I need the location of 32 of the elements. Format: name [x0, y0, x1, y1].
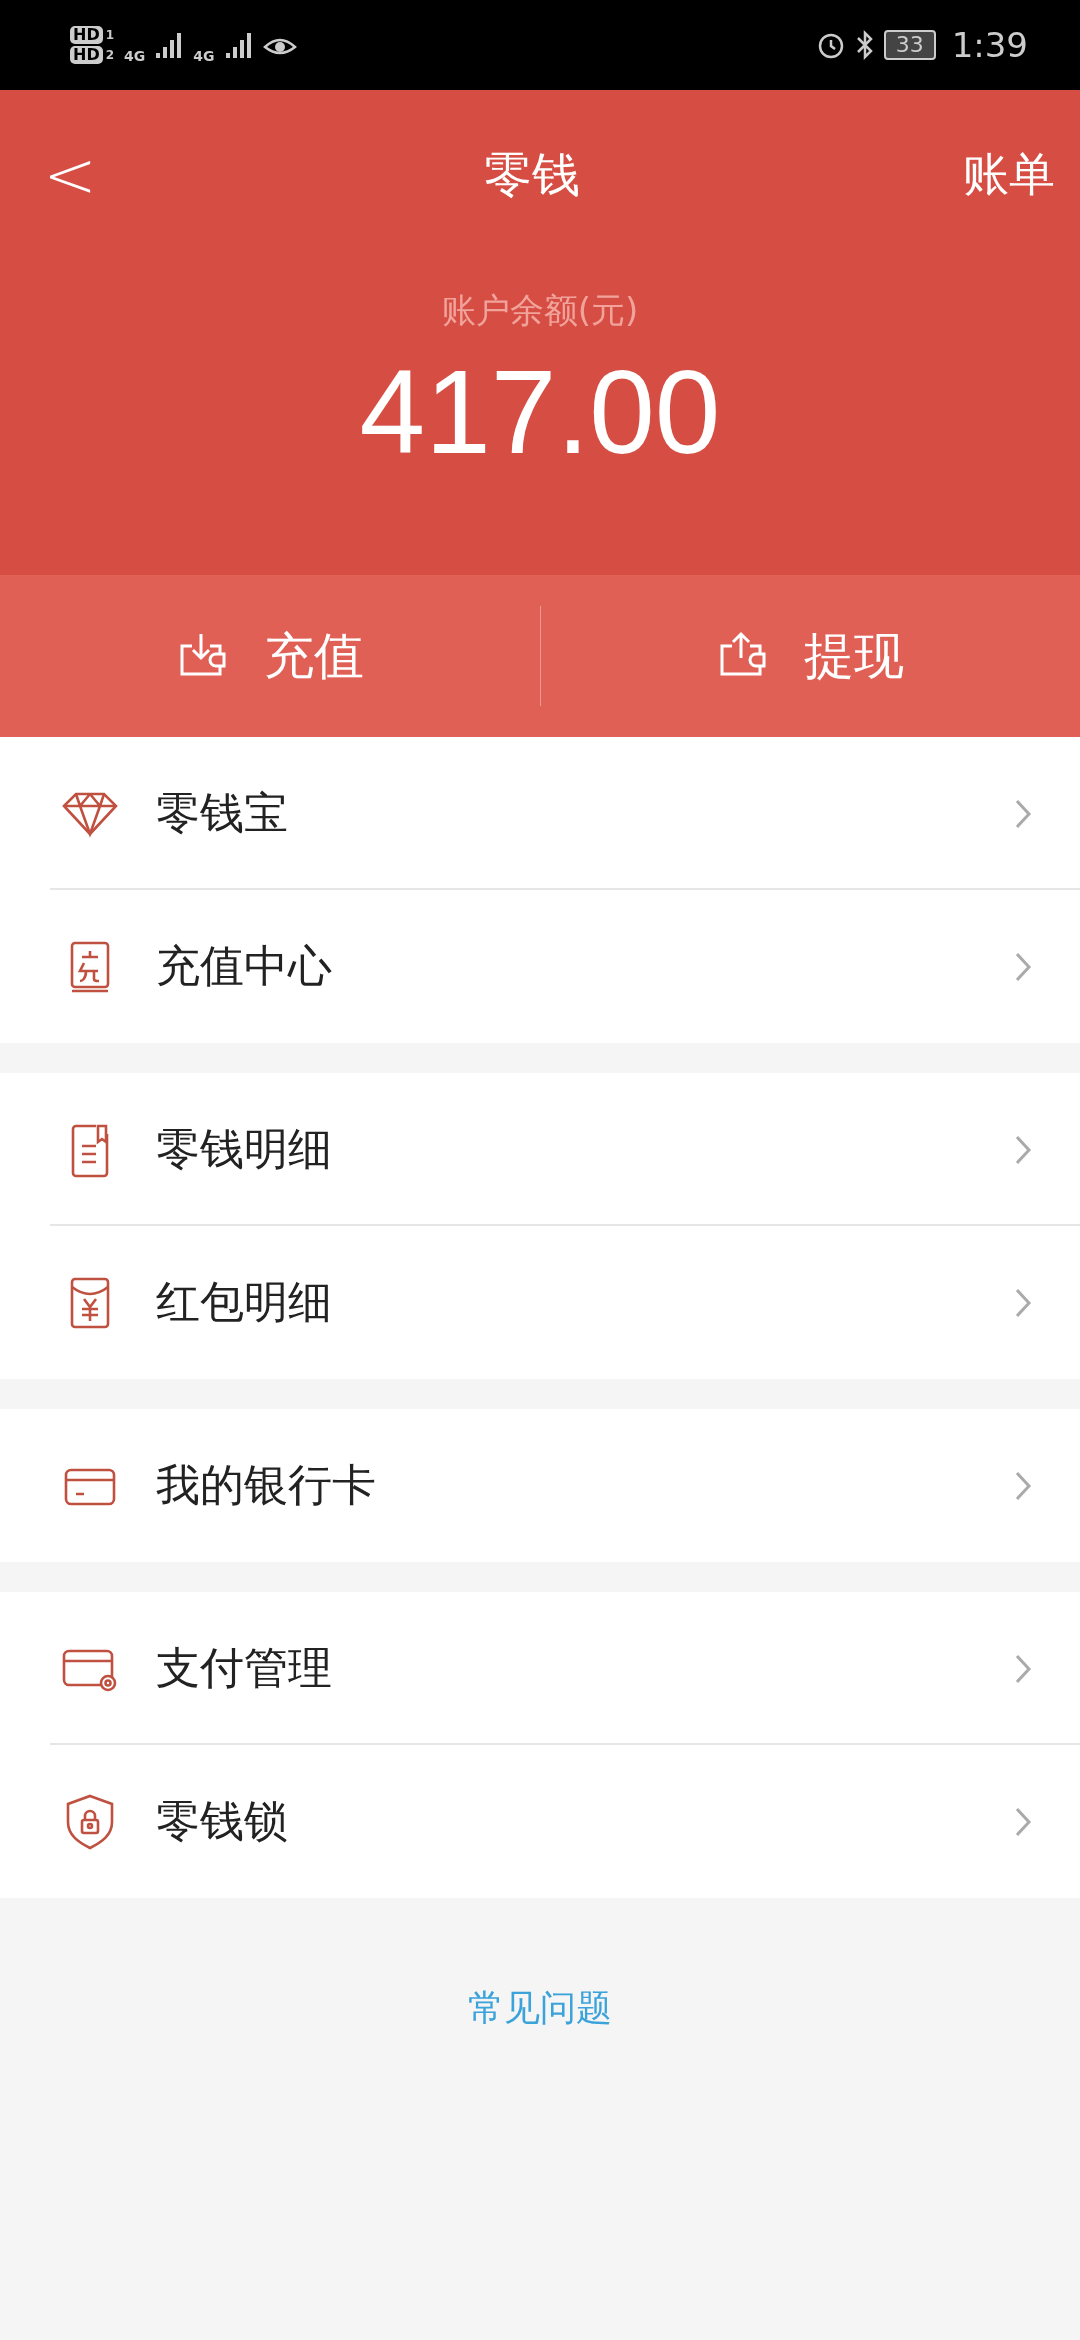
- hd-badge: HD: [70, 26, 103, 44]
- chevron-icon: [1014, 1133, 1032, 1166]
- menu-item[interactable]: 我的银行卡: [0, 1409, 1080, 1562]
- page-title: 零钱: [483, 145, 580, 204]
- menu-item[interactable]: 零钱锁: [0, 1745, 1080, 1898]
- menu-item[interactable]: 支付管理: [0, 1592, 1080, 1745]
- signal-icon: [155, 31, 184, 59]
- chevron-icon: [1014, 1286, 1032, 1319]
- menu-item[interactable]: 充值中心: [0, 890, 1080, 1043]
- chevron-icon: [1014, 950, 1032, 983]
- clock-time: 1:39: [951, 25, 1028, 65]
- menu-item[interactable]: 零钱宝: [0, 737, 1080, 890]
- balance-label: 账户余额(元): [441, 289, 639, 332]
- balance-amount: 417.00: [359, 345, 721, 480]
- bluetooth-icon: [855, 30, 874, 60]
- network-type: 4G: [124, 48, 146, 64]
- bill-button[interactable]: 账单: [963, 144, 1055, 206]
- menu-item[interactable]: 零钱明细: [0, 1073, 1080, 1226]
- top-up-button[interactable]: 充值: [0, 575, 540, 737]
- back-button[interactable]: <: [40, 138, 100, 212]
- sim-slot: 1: [105, 28, 115, 42]
- withdraw-button[interactable]: 提现: [540, 575, 1080, 737]
- battery-icon: 33: [883, 30, 936, 60]
- chevron-icon: [1014, 1652, 1032, 1685]
- sim-slot: 2: [105, 48, 115, 62]
- chevron-icon: [1014, 797, 1032, 830]
- network-type: 4G: [193, 48, 215, 64]
- signal-icon: [224, 31, 253, 59]
- chevron-icon: [1014, 1469, 1032, 1502]
- chevron-icon: [1014, 1805, 1032, 1838]
- menu-item[interactable]: 红包明细: [0, 1226, 1080, 1379]
- hd-badge: HD: [70, 46, 103, 64]
